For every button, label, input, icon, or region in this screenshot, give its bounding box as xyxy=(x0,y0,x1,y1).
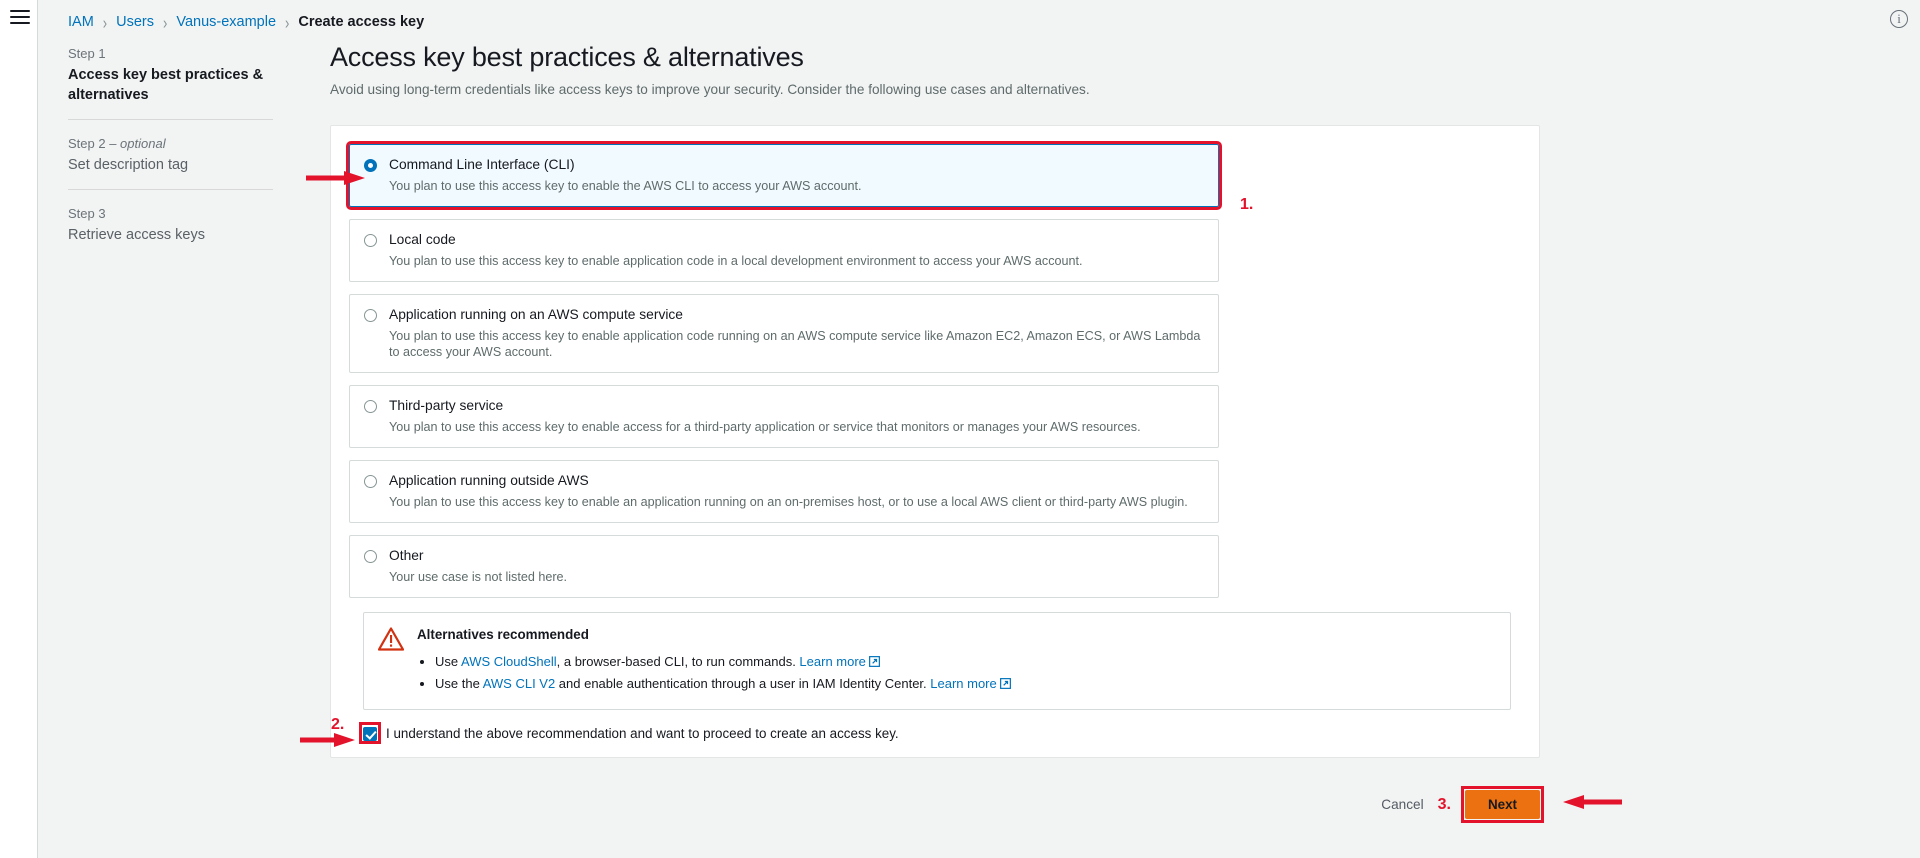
option-other-desc: Your use case is not listed here. xyxy=(389,570,568,584)
external-link-icon[interactable] xyxy=(868,652,880,667)
radio-local-code[interactable] xyxy=(364,234,377,247)
footer-actions: Cancel 3. Next xyxy=(330,786,1544,823)
arrow-pointer-next xyxy=(1562,794,1622,809)
sidebar-step-2[interactable]: Step 2 – optional Set description tag xyxy=(68,119,273,189)
option-other-label: Other xyxy=(389,548,424,563)
option-aws-compute-label: Application running on an AWS compute se… xyxy=(389,307,683,322)
breadcrumb: IAM › Users › Vanus-example › Create acc… xyxy=(68,11,425,33)
link-learn-more-cli-v2[interactable]: Learn more xyxy=(930,676,996,691)
link-aws-cli-v2[interactable]: AWS CLI V2 xyxy=(483,676,555,691)
main-content: Access key best practices & alternatives… xyxy=(330,42,1540,758)
chevron-right-icon: › xyxy=(285,11,290,33)
breadcrumb-item-user[interactable]: Vanus-example xyxy=(176,14,276,30)
radio-outside-aws[interactable] xyxy=(364,475,377,488)
sidebar-step-1[interactable]: Step 1 Access key best practices & alter… xyxy=(68,44,273,119)
info-icon[interactable]: i xyxy=(1890,10,1908,28)
sidebar-step-3[interactable]: Step 3 Retrieve access keys xyxy=(68,189,273,259)
options-panel: Command Line Interface (CLI) You plan to… xyxy=(330,125,1540,758)
bullet-1-pre: Use xyxy=(435,654,462,669)
step-1-title: Access key best practices & alternatives xyxy=(68,67,264,103)
option-local-code-desc: You plan to use this access key to enabl… xyxy=(389,254,1083,268)
option-local-code[interactable]: Local code You plan to use this access k… xyxy=(349,219,1219,282)
option-third-party-label: Third-party service xyxy=(389,398,504,413)
alert-title: Alternatives recommended xyxy=(417,627,589,642)
radio-aws-compute[interactable] xyxy=(364,309,377,322)
arrow-pointer-checkbox xyxy=(300,732,356,747)
step-2-title: Set description tag xyxy=(68,157,189,173)
step-3-number: Step 3 xyxy=(68,206,106,221)
radio-other[interactable] xyxy=(364,550,377,563)
option-third-party[interactable]: Third-party service You plan to use this… xyxy=(349,385,1219,448)
create-access-key-page: i IAM › Users › Vanus-example › Create a… xyxy=(0,0,1920,858)
alert-bullet-cli-v2: Use the AWS CLI V2 and enable authentica… xyxy=(435,673,1496,695)
link-learn-more-cloudshell[interactable]: Learn more xyxy=(799,654,865,669)
option-aws-compute[interactable]: Application running on an AWS compute se… xyxy=(349,294,1219,373)
external-link-icon[interactable] xyxy=(999,674,1011,689)
step-3-title: Retrieve access keys xyxy=(68,227,205,243)
breadcrumb-item-users[interactable]: Users xyxy=(116,14,154,30)
option-other[interactable]: Other Your use case is not listed here. xyxy=(349,535,1219,598)
acknowledgement-row: I understand the above recommendation an… xyxy=(359,722,1521,757)
option-third-party-desc: You plan to use this access key to enabl… xyxy=(389,420,1141,434)
option-cli-label: Command Line Interface (CLI) xyxy=(389,157,575,172)
option-aws-compute-desc: You plan to use this access key to enabl… xyxy=(389,329,1201,359)
annotation-3: 3. xyxy=(1437,795,1451,813)
hamburger-menu-icon[interactable] xyxy=(10,10,30,26)
chevron-right-icon: › xyxy=(102,11,108,33)
step-1-number: Step 1 xyxy=(68,46,106,61)
option-outside-aws-desc: You plan to use this access key to enabl… xyxy=(389,495,1188,509)
wizard-steps: Step 1 Access key best practices & alter… xyxy=(68,44,273,259)
alert-bullet-cloudshell: Use AWS CloudShell, a browser-based CLI,… xyxy=(435,651,1496,673)
chevron-right-icon: › xyxy=(163,11,168,33)
bullet-2-pre: Use the xyxy=(435,676,483,691)
alert-bullet-list: Use AWS CloudShell, a browser-based CLI,… xyxy=(435,651,1496,695)
annotation-1: 1. xyxy=(1240,196,1254,213)
step-2-number: Step 2 – optional xyxy=(68,136,166,151)
bullet-2-post: and enable authentication through a user… xyxy=(555,676,931,691)
warning-triangle-icon xyxy=(377,627,405,651)
next-button-wrapper: Next xyxy=(1460,786,1544,823)
option-cli-desc: You plan to use this access key to enabl… xyxy=(389,179,862,193)
option-local-code-label: Local code xyxy=(389,232,456,247)
alternatives-alert: Alternatives recommended Use AWS CloudSh… xyxy=(363,612,1511,710)
acknowledgement-label: I understand the above recommendation an… xyxy=(386,726,899,741)
bullet-1-post: , a browser-based CLI, to run commands. xyxy=(556,654,800,669)
cancel-button[interactable]: Cancel xyxy=(1381,797,1423,812)
breadcrumb-item-iam[interactable]: IAM xyxy=(68,14,94,30)
option-outside-aws-label: Application running outside AWS xyxy=(389,473,589,488)
option-cli[interactable]: Command Line Interface (CLI) You plan to… xyxy=(346,141,1222,210)
left-rail xyxy=(0,0,38,858)
breadcrumb-item-current: Create access key xyxy=(298,14,425,30)
option-outside-aws[interactable]: Application running outside AWS You plan… xyxy=(349,460,1219,523)
checkbox-highlight-box xyxy=(359,722,381,744)
page-title: Access key best practices & alternatives xyxy=(330,42,804,72)
arrow-pointer-cli xyxy=(306,170,366,185)
radio-third-party[interactable] xyxy=(364,400,377,413)
next-button[interactable]: Next xyxy=(1464,790,1540,819)
link-aws-cloudshell[interactable]: AWS CloudShell xyxy=(461,654,557,669)
page-subtitle: Avoid using long-term credentials like a… xyxy=(330,82,1090,97)
